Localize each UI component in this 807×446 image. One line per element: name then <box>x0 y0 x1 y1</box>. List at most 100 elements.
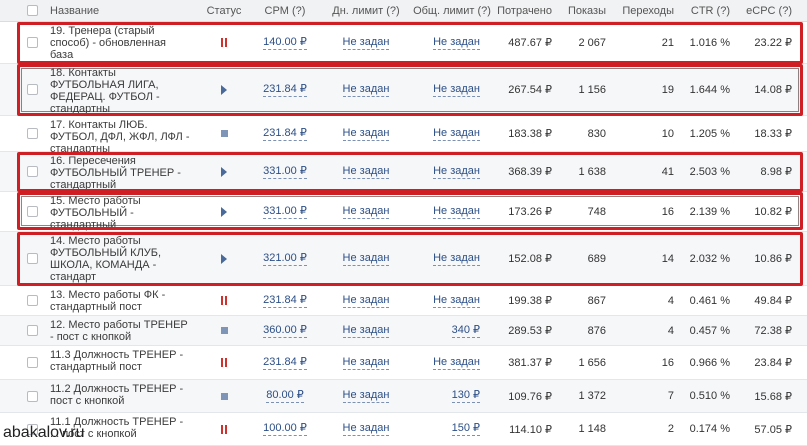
table-row[interactable]: 12. Место работы ТРЕНЕР - пост с кнопкой… <box>0 316 807 346</box>
status-cell[interactable] <box>198 22 250 63</box>
cpm-value[interactable]: 331.00 ₽ <box>263 165 307 179</box>
total-limit-value[interactable]: 340 ₽ <box>451 324 480 338</box>
campaign-name[interactable]: 16. Пересечения ФУТБОЛЬНЫЙ ТРЕНЕР - стан… <box>50 152 192 191</box>
row-checkbox[interactable] <box>26 253 38 264</box>
campaign-name[interactable]: 17. Контакты ЛЮБ. ФУТБОЛ, ДФЛ, ЖФЛ, ЛФЛ … <box>50 116 192 154</box>
table-row[interactable]: 18. Контакты ФУТБОЛЬНАЯ ЛИГА, ФЕДЕРАЦ. Ф… <box>0 64 807 116</box>
status-cell[interactable] <box>198 64 250 115</box>
row-checkbox[interactable] <box>26 295 38 306</box>
select-all-checkbox[interactable] <box>26 5 38 16</box>
cpm-value[interactable]: 231.84 ₽ <box>263 83 307 97</box>
cpm-value[interactable]: 80.00 ₽ <box>266 389 304 403</box>
row-checkbox[interactable] <box>26 390 38 402</box>
status-cell[interactable] <box>198 380 250 412</box>
table-row[interactable]: 17. Контакты ЛЮБ. ФУТБОЛ, ДФЛ, ЖФЛ, ЛФЛ … <box>0 116 807 154</box>
table-row[interactable]: 16. Пересечения ФУТБОЛЬНЫЙ ТРЕНЕР - стан… <box>0 152 807 192</box>
col-spent[interactable]: Потрачено <box>488 0 552 21</box>
pause-icon[interactable] <box>221 296 227 305</box>
col-status[interactable]: Статус <box>198 0 250 21</box>
row-select-cell[interactable] <box>22 64 42 115</box>
row-select-cell[interactable] <box>22 346 42 379</box>
total-limit-value[interactable]: 130 ₽ <box>451 389 480 403</box>
stop-icon[interactable] <box>220 392 228 400</box>
cpm-value[interactable]: 321.00 ₽ <box>263 252 307 266</box>
total-limit-value[interactable]: Не задан <box>433 127 480 141</box>
col-daily-limit[interactable]: Дн. лимит (?) <box>324 0 408 21</box>
select-all-cell[interactable] <box>22 0 42 21</box>
campaign-name[interactable]: 13. Место работы ФК - стандартный пост <box>50 286 192 313</box>
row-checkbox[interactable] <box>26 84 38 95</box>
table-row[interactable]: 15. Место работы ФУТБОЛЬНЫЙ - стандартны… <box>0 192 807 232</box>
play-icon[interactable] <box>221 84 227 95</box>
col-ecpc[interactable]: eCPC (?) <box>734 0 792 21</box>
status-cell[interactable] <box>198 152 250 191</box>
status-cell[interactable] <box>198 116 250 151</box>
col-cpm[interactable]: CPM (?) <box>252 0 318 21</box>
stop-icon[interactable] <box>220 130 228 137</box>
pause-icon[interactable] <box>221 38 227 47</box>
status-cell[interactable] <box>198 413 250 445</box>
play-icon[interactable] <box>221 166 227 177</box>
total-limit-value[interactable]: 150 ₽ <box>451 422 480 436</box>
campaign-name[interactable]: 18. Контакты ФУТБОЛЬНАЯ ЛИГА, ФЕДЕРАЦ. Ф… <box>50 64 192 115</box>
table-row[interactable]: 11.3 Должность ТРЕНЕР - стандартный пост… <box>0 346 807 380</box>
campaign-name[interactable]: 12. Место работы ТРЕНЕР - пост с кнопкой <box>50 316 192 343</box>
cpm-value[interactable]: 100.00 ₽ <box>263 422 307 436</box>
table-row[interactable]: 14. Место работы ФУТБОЛЬНЫЙ КЛУБ, ШКОЛА,… <box>0 232 807 286</box>
total-limit-value[interactable]: Не задан <box>433 252 480 266</box>
col-name[interactable]: Название <box>50 0 190 21</box>
cpm-value[interactable]: 231.84 ₽ <box>263 356 307 370</box>
daily-limit-value[interactable]: Не задан <box>342 356 390 370</box>
status-cell[interactable] <box>198 192 250 231</box>
table-row[interactable]: 11.2 Должность ТРЕНЕР - пост с кнопкой 80… <box>0 380 807 413</box>
pause-icon[interactable] <box>221 358 227 367</box>
status-cell[interactable] <box>198 316 250 345</box>
daily-limit-value[interactable]: Не задан <box>342 422 390 436</box>
table-row[interactable]: 11.1 Должность ТРЕНЕР - ... пост с кнопк… <box>0 413 807 446</box>
daily-limit-value[interactable]: Не задан <box>342 252 390 266</box>
row-select-cell[interactable] <box>22 232 42 285</box>
row-select-cell[interactable] <box>22 286 42 315</box>
daily-limit-value[interactable]: Не задан <box>342 294 390 308</box>
daily-limit-value[interactable]: Не задан <box>342 36 390 50</box>
total-limit-value[interactable]: Не задан <box>433 356 480 370</box>
total-limit-value[interactable]: Не задан <box>433 83 480 97</box>
row-select-cell[interactable] <box>22 22 42 63</box>
campaign-name[interactable]: 11.2 Должность ТРЕНЕР - пост с кнопкой <box>50 380 192 407</box>
row-select-cell[interactable] <box>22 316 42 345</box>
daily-limit-value[interactable]: Не задан <box>342 165 390 179</box>
daily-limit-value[interactable]: Не задан <box>342 205 390 219</box>
cpm-value[interactable]: 360.00 ₽ <box>263 324 307 338</box>
campaign-name[interactable]: 14. Место работы ФУТБОЛЬНЫЙ КЛУБ, ШКОЛА,… <box>50 232 192 283</box>
row-checkbox[interactable] <box>26 128 38 139</box>
cpm-value[interactable]: 331.00 ₽ <box>263 205 307 219</box>
campaign-name[interactable]: 19. Тренера (старый способ) - обновленна… <box>50 22 192 61</box>
row-checkbox[interactable] <box>26 37 38 48</box>
col-impressions[interactable]: Показы <box>556 0 606 21</box>
daily-limit-value[interactable]: Не задан <box>342 83 390 97</box>
campaign-name[interactable]: 15. Место работы ФУТБОЛЬНЫЙ - стандартны… <box>50 192 192 231</box>
col-ctr[interactable]: CTR (?) <box>678 0 730 21</box>
row-checkbox[interactable] <box>26 206 38 217</box>
row-select-cell[interactable] <box>22 380 42 412</box>
status-cell[interactable] <box>198 346 250 379</box>
pause-icon[interactable] <box>221 424 227 434</box>
table-row[interactable]: 13. Место работы ФК - стандартный пост 23… <box>0 286 807 316</box>
col-total-limit[interactable]: Общ. лимит (?) <box>412 0 492 21</box>
row-checkbox[interactable] <box>26 325 38 336</box>
play-icon[interactable] <box>221 206 227 217</box>
daily-limit-value[interactable]: Не задан <box>342 127 390 141</box>
row-checkbox[interactable] <box>26 166 38 177</box>
row-select-cell[interactable] <box>22 192 42 231</box>
col-clicks[interactable]: Переходы <box>612 0 674 21</box>
total-limit-value[interactable]: Не задан <box>433 294 480 308</box>
play-icon[interactable] <box>221 253 227 264</box>
campaign-name[interactable]: 11.3 Должность ТРЕНЕР - стандартный пост <box>50 346 192 373</box>
table-row[interactable]: 19. Тренера (старый способ) - обновленна… <box>0 22 807 64</box>
row-select-cell[interactable] <box>22 116 42 151</box>
daily-limit-value[interactable]: Не задан <box>342 324 390 338</box>
cpm-value[interactable]: 231.84 ₽ <box>263 127 307 141</box>
stop-icon[interactable] <box>220 327 228 334</box>
cpm-value[interactable]: 231.84 ₽ <box>263 294 307 308</box>
daily-limit-value[interactable]: Не задан <box>342 389 390 403</box>
